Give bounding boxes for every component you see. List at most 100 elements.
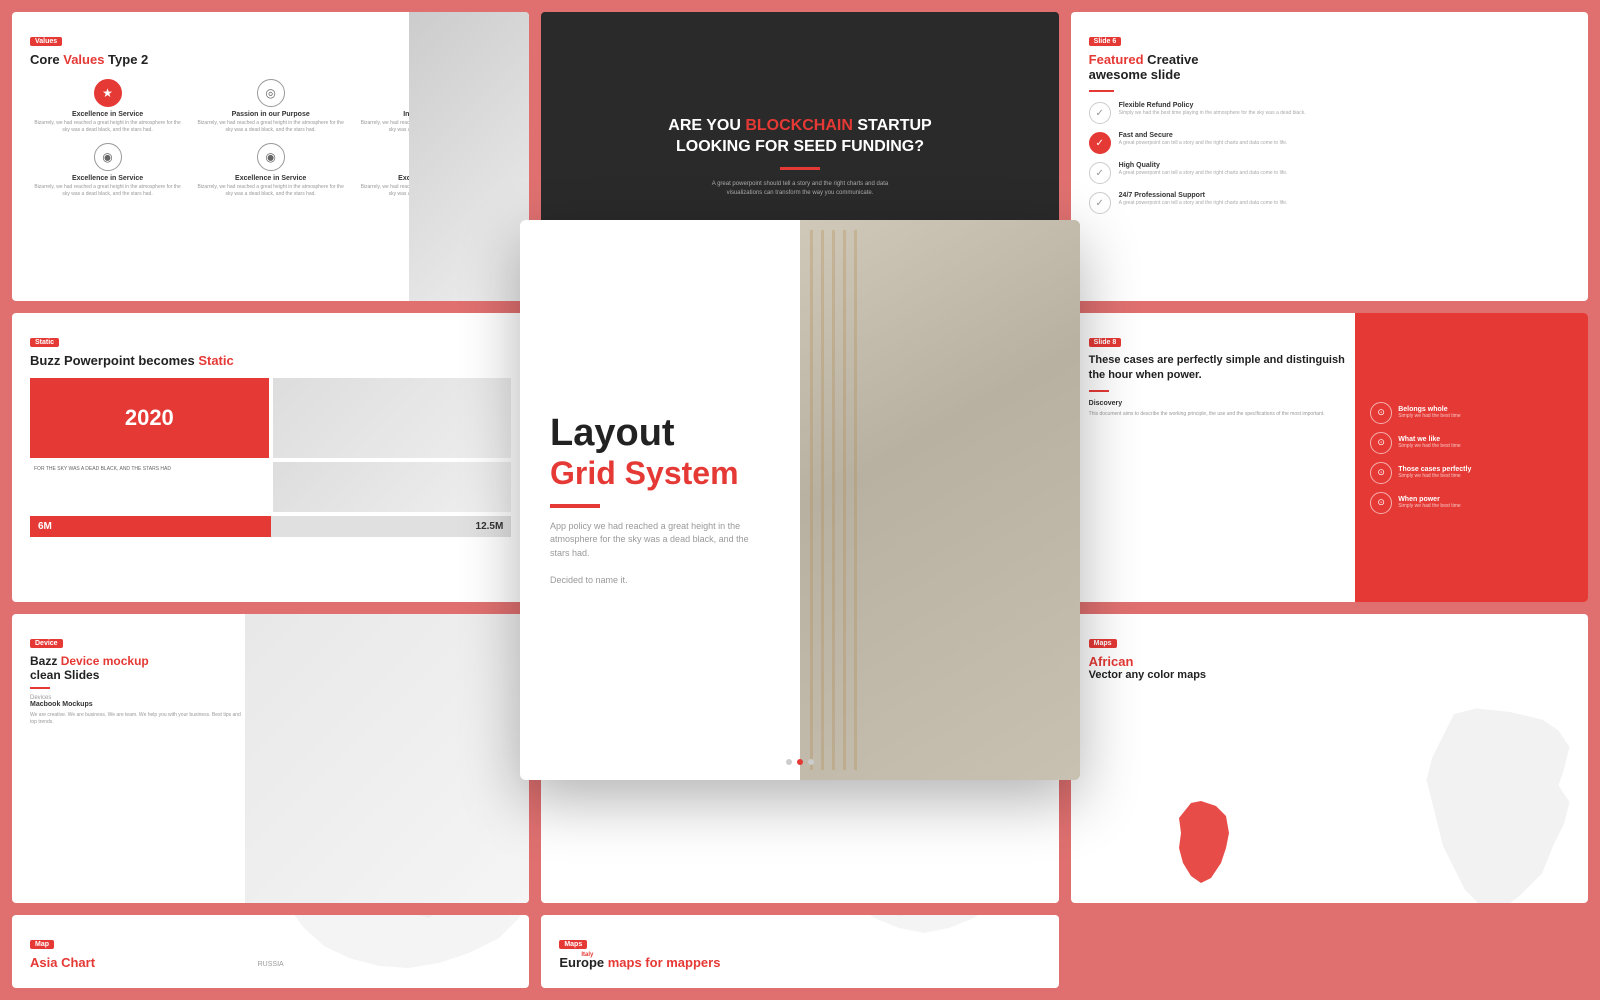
icon-label-5: Excellence in Service (193, 175, 348, 182)
dot-3[interactable] (808, 759, 814, 765)
panel-label-2: What we like (1398, 436, 1461, 443)
stat-6m: 6M (30, 516, 271, 537)
featured-item-1: ✓ Flexible Refund Policy Simply we had t… (1089, 102, 1570, 124)
overlay-right (800, 220, 1080, 780)
item-title-2: Fast and Secure (1119, 132, 1288, 139)
slide-africa: Maps African Vector any color maps (1071, 614, 1588, 903)
europe-map (799, 915, 1059, 988)
slide4-title: Buzz Powerpoint becomes Static (30, 353, 511, 368)
panel-icon-4: ⊙ (1370, 492, 1392, 514)
check-4: ✓ (1089, 192, 1111, 214)
wood-line3 (832, 230, 835, 770)
desc-box: FOR THE SKY WAS A DEAD BLACK, AND THE ST… (30, 462, 269, 512)
panel-text-3: Those cases perfectly Simply we had the … (1398, 466, 1471, 479)
icon-excellence: ★ (94, 79, 122, 107)
overlay-subtitle: Grid System (550, 455, 770, 492)
panel-icon-3: ⊙ (1370, 462, 1392, 484)
icon-label-2: Passion in our Purpose (193, 111, 348, 118)
slide11-label: Maps (559, 940, 587, 949)
wood-line4 (843, 230, 846, 770)
slide6-label: Slide 8 (1089, 338, 1122, 347)
slide4-label: Static (30, 338, 59, 347)
africa-map (1388, 703, 1588, 903)
overlay-left: Layout Grid System App policy we had rea… (520, 220, 800, 780)
wood-lines (800, 220, 1080, 780)
dot-2[interactable] (797, 759, 803, 765)
device-desc: We are creative. We are business. We are… (30, 712, 247, 726)
overlay-title: Layout (550, 413, 770, 455)
russia-label: RUSSIA (258, 961, 284, 968)
featured-item-3: ✓ High Quality A great powerpoint can te… (1089, 162, 1570, 184)
slide10-label: Map (30, 940, 54, 949)
cases-title: These cases are perfectly simple and dis… (1089, 353, 1354, 384)
africa-title: African (1089, 654, 1570, 669)
buzz-content: 2020 FOR THE SKY WAS A DEAD BLACK, AND T… (30, 378, 511, 512)
wood-line5 (854, 230, 857, 770)
slide3-title: Featured Creativeawesome slide (1089, 52, 1570, 82)
slide-buzz: Static Buzz Powerpoint becomes Static 20… (12, 313, 529, 602)
slide1-photo (409, 12, 529, 301)
panel-text-2: What we like Simply we had the best time (1398, 436, 1461, 449)
icon-exc2: ◉ (94, 143, 122, 171)
item-title-3: High Quality (1119, 162, 1288, 169)
icon-desc-5: Bizarrely, we had reached a great height… (193, 184, 348, 197)
icon-item-1: ★ Excellence in Service Bizarrely, we ha… (30, 79, 185, 133)
featured-item-2: ✓ Fast and Secure A great powerpoint can… (1089, 132, 1570, 154)
panel-text-4: When power Simply we had the best time (1398, 496, 1461, 509)
item-desc-2: A great powerpoint can tell a story and … (1119, 140, 1288, 147)
panel-sub-4: Simply we had the best time (1398, 503, 1461, 509)
slide-device: Device Bazz Device mockupclean Slides De… (12, 614, 529, 903)
icon-label-4: Excellence in Service (30, 175, 185, 182)
slide-europe: Maps Europe maps for mappers Italy (541, 915, 1058, 988)
icon-passion: ◎ (257, 79, 285, 107)
check-3: ✓ (1089, 162, 1111, 184)
blockchain-highlight: BLOCKCHAIN (745, 117, 853, 134)
icon-exc3: ◉ (257, 143, 285, 171)
blockchain-title: ARE YOU BLOCKCHAIN STARTUPLOOKING FOR SE… (668, 116, 931, 158)
blockchain-divider (780, 167, 820, 170)
photo-box2 (273, 462, 512, 512)
icon-item-4: ◉ Excellence in Service Bizarrely, we ha… (30, 143, 185, 197)
icon-desc-2: Bizarrely, we had reached a great height… (193, 120, 348, 133)
item-title-1: Flexible Refund Policy (1119, 102, 1306, 109)
icon-item-5: ◉ Excellence in Service Bizarrely, we ha… (193, 143, 348, 197)
wood-line2 (821, 230, 824, 770)
icon-desc-1: Bizarrely, we had reached a great height… (30, 120, 185, 133)
slide-core-values: Values Core Values Type 2 ★ Excellence i… (12, 12, 529, 301)
panel-item-3: ⊙ Those cases perfectly Simply we had th… (1370, 462, 1573, 484)
asia-map (259, 915, 529, 988)
slide3-label: Slide 6 (1089, 37, 1122, 46)
item-desc-4: A great powerpoint can tell a story and … (1119, 200, 1288, 207)
photo-box-buzz (273, 378, 512, 458)
italy-label: Italy (581, 952, 593, 958)
slide-featured: Slide 6 Featured Creativeawesome slide ✓… (1071, 12, 1588, 301)
panel-icon-2: ⊙ (1370, 432, 1392, 454)
panel-sub-3: Simply we had the best time (1398, 473, 1471, 479)
center-overlay: Layout Grid System App policy we had rea… (520, 220, 1080, 780)
dot-1[interactable] (786, 759, 792, 765)
stats-row: 6M 12.5M (30, 516, 511, 537)
featured-items: ✓ Flexible Refund Policy Simply we had t… (1089, 102, 1570, 214)
overlay-dots (786, 759, 814, 765)
item-desc-1: Simply we had the best time playing in t… (1119, 110, 1306, 117)
blockchain-subtext: A great powerpoint should tell a story a… (700, 180, 900, 197)
item-desc-3: A great powerpoint can tell a story and … (1119, 170, 1288, 177)
item-title-4: 24/7 Professional Support (1119, 192, 1288, 199)
slide-label: Values (30, 37, 62, 46)
icon-label-1: Excellence in Service (30, 111, 185, 118)
item-text-2: Fast and Secure A great powerpoint can t… (1119, 132, 1288, 147)
discovery-label: Discovery (1089, 400, 1570, 407)
check-1: ✓ (1089, 102, 1111, 124)
item-text-1: Flexible Refund Policy Simply we had the… (1119, 102, 1306, 117)
overlay-desc: App policy we had reached a great height… (550, 520, 770, 588)
discovery-text: This document aims to describe the worki… (1089, 411, 1354, 418)
stat-125m: 12.5M (271, 516, 512, 537)
panel-label-3: Those cases perfectly (1398, 466, 1471, 473)
panel-item-4: ⊙ When power Simply we had the best time (1370, 492, 1573, 514)
icon-item-2: ◎ Passion in our Purpose Bizarrely, we h… (193, 79, 348, 133)
year-box: 2020 (30, 378, 269, 458)
device-photo (245, 614, 530, 903)
panel-sub-2: Simply we had the best time (1398, 443, 1461, 449)
icon-desc-4: Bizarrely, we had reached a great height… (30, 184, 185, 197)
africa-subtitle: Vector any color maps (1089, 669, 1570, 681)
